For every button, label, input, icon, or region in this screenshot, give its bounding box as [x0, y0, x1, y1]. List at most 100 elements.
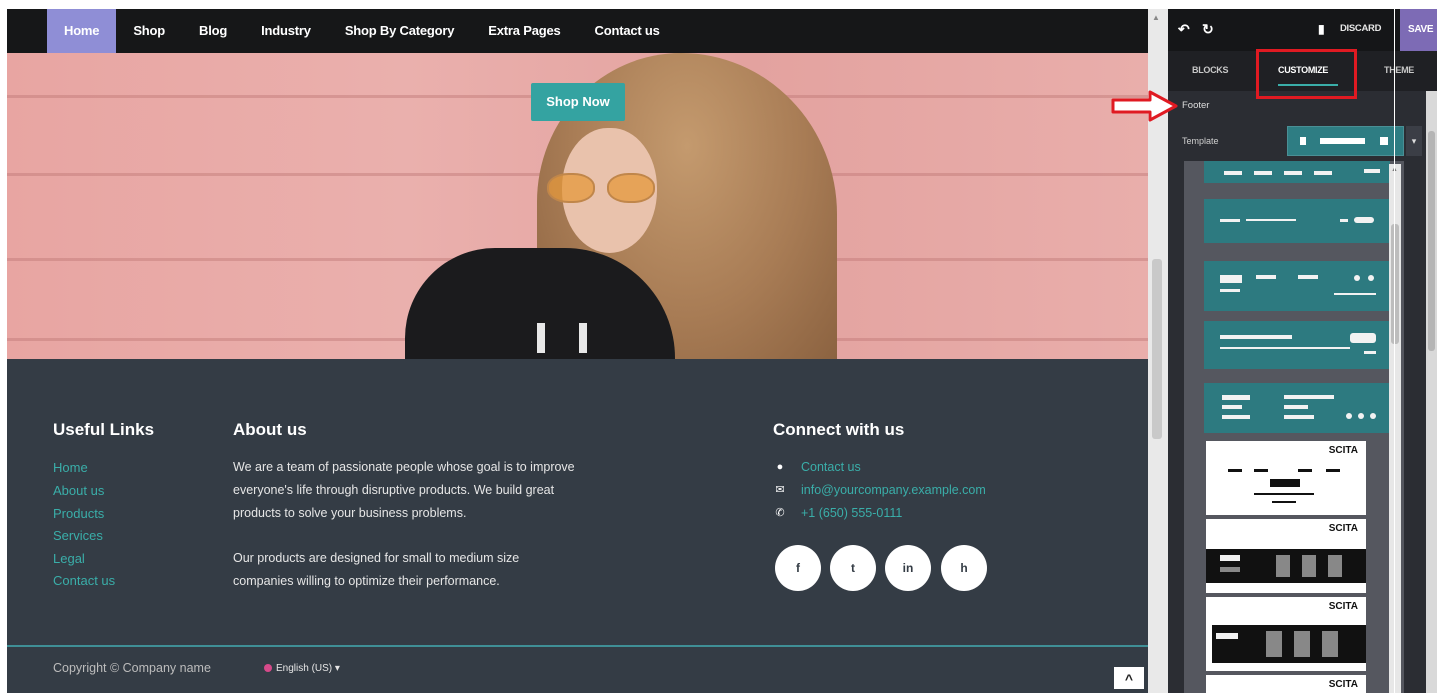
template-dropdown-toggle[interactable]: ▾ [1406, 126, 1422, 156]
template-bar [1220, 275, 1242, 283]
email-link[interactable]: info@yourcompany.example.com [801, 483, 986, 497]
template-bar [1224, 171, 1242, 175]
save-button[interactable]: SAVE [1400, 9, 1437, 51]
footer-link-contact[interactable]: Contact us [53, 573, 115, 588]
shirt-print [579, 323, 587, 353]
template-option[interactable] [1204, 161, 1390, 183]
footer-link-home[interactable]: Home [53, 460, 88, 475]
template-option[interactable] [1204, 199, 1390, 243]
template-bar [1254, 493, 1314, 495]
template-bar [1254, 171, 1272, 175]
undo-icon[interactable]: ↶ [1178, 21, 1190, 38]
template-bar [1266, 631, 1282, 657]
footer-link-products[interactable]: Products [53, 506, 104, 521]
linkedin-icon[interactable]: in [885, 545, 931, 591]
nav-home[interactable]: Home [47, 9, 117, 53]
nav-extra-pages[interactable]: Extra Pages [471, 9, 577, 53]
scrollbar-thumb[interactable] [1152, 259, 1162, 439]
scroll-to-top-button[interactable]: ^ [1114, 667, 1144, 689]
nav-shop-by-category[interactable]: Shop By Category [328, 9, 471, 53]
template-bar [1326, 469, 1340, 472]
template-list-scrollbar[interactable]: ▲ [1389, 164, 1401, 693]
template-bar [1322, 631, 1338, 657]
footer-link-services[interactable]: Services [53, 528, 103, 543]
phone-link[interactable]: +1 (650) 555-0111 [801, 506, 902, 520]
template-option[interactable] [1204, 261, 1390, 311]
template-bar [1220, 335, 1292, 339]
scroll-up-arrow-icon[interactable]: ▲ [1152, 13, 1160, 22]
tab-theme[interactable]: THEME [1384, 65, 1414, 75]
about-us-text: We are a team of passionate people whose… [233, 456, 575, 593]
template-bar [1216, 633, 1238, 639]
template-bar [1294, 631, 1310, 657]
template-brand-label: SCITA [1328, 523, 1358, 534]
template-bar [1302, 555, 1316, 577]
template-bar [1284, 405, 1308, 409]
mobile-icon[interactable]: ▮ [1318, 22, 1325, 36]
tab-blocks[interactable]: BLOCKS [1192, 65, 1229, 75]
facebook-icon[interactable]: f [775, 545, 821, 591]
about-line: Our products are designed for small to m… [233, 551, 520, 565]
copyright-text: Copyright © Company name [53, 661, 211, 675]
footer-link-about[interactable]: About us [53, 483, 104, 498]
customize-highlight-box [1256, 49, 1357, 99]
panel-scrollbar[interactable] [1426, 91, 1437, 693]
template-bar [1298, 275, 1318, 279]
template-bar [1272, 501, 1296, 503]
template-selector[interactable] [1287, 126, 1404, 156]
contact-row-chat[interactable]: ● Contact us [773, 457, 861, 477]
contact-us-link[interactable]: Contact us [801, 460, 861, 474]
page: Home Shop Blog Industry Shop By Category… [0, 0, 1437, 693]
contact-row-email[interactable]: ✉ info@yourcompany.example.com [773, 480, 986, 500]
discard-button[interactable]: DISCARD [1340, 23, 1381, 34]
envelope-icon: ✉ [775, 484, 785, 496]
template-bar [1370, 413, 1376, 419]
twitter-icon[interactable]: t [830, 545, 876, 591]
chat-icon: ● [776, 461, 784, 473]
redo-icon[interactable]: ↻ [1202, 21, 1214, 38]
template-option[interactable]: SCITA [1206, 441, 1366, 515]
template-bar [1220, 555, 1240, 561]
template-bar [1222, 415, 1250, 419]
template-brand-label: SCITA [1328, 445, 1358, 456]
about-line: companies willing to optimize their perf… [233, 574, 500, 588]
website-preview: Home Shop Blog Industry Shop By Category… [7, 9, 1148, 693]
template-bar [1276, 555, 1290, 577]
editor-topbar: ↶ ↻ ▮ DISCARD SAVE [1168, 9, 1437, 51]
template-bar [1228, 469, 1242, 472]
template-bar [1334, 293, 1376, 295]
nav-shop[interactable]: Shop [116, 9, 182, 53]
template-option[interactable]: SCITA [1206, 597, 1366, 671]
footer-link-legal[interactable]: Legal [53, 551, 85, 566]
template-option[interactable]: SCITA [1206, 519, 1366, 593]
template-bar [1354, 275, 1360, 281]
nav-industry[interactable]: Industry [244, 9, 328, 53]
scrollbar-thumb[interactable] [1428, 131, 1435, 351]
language-selector[interactable]: English (US) ▾ [264, 663, 340, 674]
template-bar [1254, 469, 1268, 472]
shop-now-button[interactable]: Shop Now [531, 83, 625, 121]
template-bar [1212, 625, 1366, 663]
template-bar [1298, 469, 1312, 472]
template-option[interactable] [1204, 383, 1390, 433]
template-brand-label: SCITA [1328, 601, 1358, 612]
template-brand-label: SCITA [1328, 679, 1358, 690]
template-bar [1284, 395, 1334, 399]
template-bar [1328, 555, 1342, 577]
template-bar [1346, 413, 1352, 419]
scrollbar-thumb[interactable] [1391, 224, 1399, 344]
template-bar [1220, 567, 1240, 572]
template-bar [1364, 351, 1376, 354]
template-option[interactable] [1204, 321, 1390, 369]
about-line: everyone's life through disruptive produ… [233, 483, 555, 497]
home-icon[interactable]: h [941, 545, 987, 591]
contact-row-phone[interactable]: ✆ +1 (650) 555-0111 [773, 503, 902, 523]
template-bar [1368, 275, 1374, 281]
template-bar [1270, 479, 1300, 487]
nav-blog[interactable]: Blog [182, 9, 244, 53]
nav-contact-us[interactable]: Contact us [578, 9, 677, 53]
template-logo-bar [1220, 289, 1240, 292]
template-option[interactable]: SCITA [1206, 675, 1366, 693]
template-options-list: SCITA SCITA SCITA SCITA [1184, 161, 1404, 693]
about-line: We are a team of passionate people whose… [233, 460, 575, 474]
